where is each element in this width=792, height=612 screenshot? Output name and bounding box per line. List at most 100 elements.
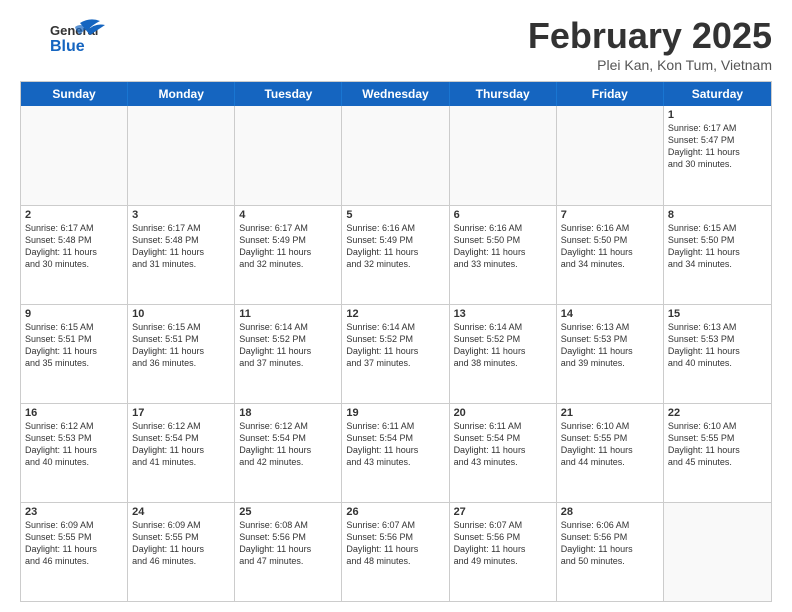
calendar-week-4: 16Sunrise: 6:12 AM Sunset: 5:53 PM Dayli… bbox=[21, 403, 771, 502]
day-cell-9: 9Sunrise: 6:15 AM Sunset: 5:51 PM Daylig… bbox=[21, 305, 128, 403]
header-cell-monday: Monday bbox=[128, 82, 235, 106]
day-info: Sunrise: 6:12 AM Sunset: 5:54 PM Dayligh… bbox=[239, 420, 337, 469]
day-number: 13 bbox=[454, 308, 552, 320]
location: Plei Kan, Kon Tum, Vietnam bbox=[528, 57, 772, 73]
day-cell-5: 5Sunrise: 6:16 AM Sunset: 5:49 PM Daylig… bbox=[342, 206, 449, 304]
day-info: Sunrise: 6:13 AM Sunset: 5:53 PM Dayligh… bbox=[668, 321, 767, 370]
day-cell-24: 24Sunrise: 6:09 AM Sunset: 5:55 PM Dayli… bbox=[128, 503, 235, 601]
header-cell-friday: Friday bbox=[557, 82, 664, 106]
day-number: 4 bbox=[239, 209, 337, 221]
day-number: 28 bbox=[561, 506, 659, 518]
day-info: Sunrise: 6:14 AM Sunset: 5:52 PM Dayligh… bbox=[239, 321, 337, 370]
calendar: SundayMondayTuesdayWednesdayThursdayFrid… bbox=[20, 81, 772, 602]
day-cell-21: 21Sunrise: 6:10 AM Sunset: 5:55 PM Dayli… bbox=[557, 404, 664, 502]
day-cell-22: 22Sunrise: 6:10 AM Sunset: 5:55 PM Dayli… bbox=[664, 404, 771, 502]
header-cell-tuesday: Tuesday bbox=[235, 82, 342, 106]
day-info: Sunrise: 6:07 AM Sunset: 5:56 PM Dayligh… bbox=[454, 519, 552, 568]
day-cell-2: 2Sunrise: 6:17 AM Sunset: 5:48 PM Daylig… bbox=[21, 206, 128, 304]
day-cell-25: 25Sunrise: 6:08 AM Sunset: 5:56 PM Dayli… bbox=[235, 503, 342, 601]
day-number: 12 bbox=[346, 308, 444, 320]
logo: General Blue bbox=[20, 15, 110, 70]
day-info: Sunrise: 6:11 AM Sunset: 5:54 PM Dayligh… bbox=[454, 420, 552, 469]
empty-cell bbox=[557, 106, 664, 205]
empty-cell bbox=[128, 106, 235, 205]
day-number: 23 bbox=[25, 506, 123, 518]
day-number: 22 bbox=[668, 407, 767, 419]
day-info: Sunrise: 6:17 AM Sunset: 5:48 PM Dayligh… bbox=[132, 222, 230, 271]
day-cell-26: 26Sunrise: 6:07 AM Sunset: 5:56 PM Dayli… bbox=[342, 503, 449, 601]
day-cell-15: 15Sunrise: 6:13 AM Sunset: 5:53 PM Dayli… bbox=[664, 305, 771, 403]
day-info: Sunrise: 6:15 AM Sunset: 5:51 PM Dayligh… bbox=[132, 321, 230, 370]
calendar-body: 1Sunrise: 6:17 AM Sunset: 5:47 PM Daylig… bbox=[21, 106, 771, 601]
day-info: Sunrise: 6:14 AM Sunset: 5:52 PM Dayligh… bbox=[454, 321, 552, 370]
day-info: Sunrise: 6:16 AM Sunset: 5:49 PM Dayligh… bbox=[346, 222, 444, 271]
logo-svg: General Blue bbox=[20, 15, 110, 65]
empty-cell bbox=[235, 106, 342, 205]
header-cell-wednesday: Wednesday bbox=[342, 82, 449, 106]
day-info: Sunrise: 6:06 AM Sunset: 5:56 PM Dayligh… bbox=[561, 519, 659, 568]
day-info: Sunrise: 6:10 AM Sunset: 5:55 PM Dayligh… bbox=[561, 420, 659, 469]
day-info: Sunrise: 6:17 AM Sunset: 5:48 PM Dayligh… bbox=[25, 222, 123, 271]
day-cell-8: 8Sunrise: 6:15 AM Sunset: 5:50 PM Daylig… bbox=[664, 206, 771, 304]
day-number: 10 bbox=[132, 308, 230, 320]
day-cell-16: 16Sunrise: 6:12 AM Sunset: 5:53 PM Dayli… bbox=[21, 404, 128, 502]
day-number: 15 bbox=[668, 308, 767, 320]
empty-cell bbox=[450, 106, 557, 205]
day-info: Sunrise: 6:17 AM Sunset: 5:47 PM Dayligh… bbox=[668, 122, 767, 171]
logo-box: General Blue bbox=[20, 15, 110, 70]
day-info: Sunrise: 6:12 AM Sunset: 5:54 PM Dayligh… bbox=[132, 420, 230, 469]
day-info: Sunrise: 6:15 AM Sunset: 5:51 PM Dayligh… bbox=[25, 321, 123, 370]
day-cell-12: 12Sunrise: 6:14 AM Sunset: 5:52 PM Dayli… bbox=[342, 305, 449, 403]
day-info: Sunrise: 6:14 AM Sunset: 5:52 PM Dayligh… bbox=[346, 321, 444, 370]
day-number: 17 bbox=[132, 407, 230, 419]
day-info: Sunrise: 6:13 AM Sunset: 5:53 PM Dayligh… bbox=[561, 321, 659, 370]
day-number: 18 bbox=[239, 407, 337, 419]
day-cell-11: 11Sunrise: 6:14 AM Sunset: 5:52 PM Dayli… bbox=[235, 305, 342, 403]
day-number: 19 bbox=[346, 407, 444, 419]
day-info: Sunrise: 6:08 AM Sunset: 5:56 PM Dayligh… bbox=[239, 519, 337, 568]
day-number: 21 bbox=[561, 407, 659, 419]
day-info: Sunrise: 6:09 AM Sunset: 5:55 PM Dayligh… bbox=[25, 519, 123, 568]
day-number: 26 bbox=[346, 506, 444, 518]
day-number: 25 bbox=[239, 506, 337, 518]
day-number: 11 bbox=[239, 308, 337, 320]
header-cell-saturday: Saturday bbox=[664, 82, 771, 106]
day-cell-7: 7Sunrise: 6:16 AM Sunset: 5:50 PM Daylig… bbox=[557, 206, 664, 304]
empty-cell bbox=[664, 503, 771, 601]
day-cell-14: 14Sunrise: 6:13 AM Sunset: 5:53 PM Dayli… bbox=[557, 305, 664, 403]
day-cell-13: 13Sunrise: 6:14 AM Sunset: 5:52 PM Dayli… bbox=[450, 305, 557, 403]
day-cell-1: 1Sunrise: 6:17 AM Sunset: 5:47 PM Daylig… bbox=[664, 106, 771, 205]
day-info: Sunrise: 6:16 AM Sunset: 5:50 PM Dayligh… bbox=[561, 222, 659, 271]
day-number: 7 bbox=[561, 209, 659, 221]
day-info: Sunrise: 6:15 AM Sunset: 5:50 PM Dayligh… bbox=[668, 222, 767, 271]
day-cell-4: 4Sunrise: 6:17 AM Sunset: 5:49 PM Daylig… bbox=[235, 206, 342, 304]
header-cell-sunday: Sunday bbox=[21, 82, 128, 106]
day-cell-3: 3Sunrise: 6:17 AM Sunset: 5:48 PM Daylig… bbox=[128, 206, 235, 304]
calendar-week-5: 23Sunrise: 6:09 AM Sunset: 5:55 PM Dayli… bbox=[21, 502, 771, 601]
svg-text:Blue: Blue bbox=[50, 38, 85, 55]
day-cell-20: 20Sunrise: 6:11 AM Sunset: 5:54 PM Dayli… bbox=[450, 404, 557, 502]
title-area: February 2025 Plei Kan, Kon Tum, Vietnam bbox=[528, 15, 772, 73]
day-info: Sunrise: 6:09 AM Sunset: 5:55 PM Dayligh… bbox=[132, 519, 230, 568]
day-info: Sunrise: 6:16 AM Sunset: 5:50 PM Dayligh… bbox=[454, 222, 552, 271]
day-number: 14 bbox=[561, 308, 659, 320]
month-title: February 2025 bbox=[528, 15, 772, 57]
day-cell-28: 28Sunrise: 6:06 AM Sunset: 5:56 PM Dayli… bbox=[557, 503, 664, 601]
day-number: 3 bbox=[132, 209, 230, 221]
day-number: 8 bbox=[668, 209, 767, 221]
calendar-week-3: 9Sunrise: 6:15 AM Sunset: 5:51 PM Daylig… bbox=[21, 304, 771, 403]
day-number: 9 bbox=[25, 308, 123, 320]
day-number: 1 bbox=[668, 109, 767, 121]
day-number: 6 bbox=[454, 209, 552, 221]
day-info: Sunrise: 6:17 AM Sunset: 5:49 PM Dayligh… bbox=[239, 222, 337, 271]
day-cell-27: 27Sunrise: 6:07 AM Sunset: 5:56 PM Dayli… bbox=[450, 503, 557, 601]
day-cell-18: 18Sunrise: 6:12 AM Sunset: 5:54 PM Dayli… bbox=[235, 404, 342, 502]
calendar-week-1: 1Sunrise: 6:17 AM Sunset: 5:47 PM Daylig… bbox=[21, 106, 771, 205]
header-cell-thursday: Thursday bbox=[450, 82, 557, 106]
day-info: Sunrise: 6:12 AM Sunset: 5:53 PM Dayligh… bbox=[25, 420, 123, 469]
day-number: 20 bbox=[454, 407, 552, 419]
day-info: Sunrise: 6:11 AM Sunset: 5:54 PM Dayligh… bbox=[346, 420, 444, 469]
day-number: 5 bbox=[346, 209, 444, 221]
day-number: 2 bbox=[25, 209, 123, 221]
day-info: Sunrise: 6:10 AM Sunset: 5:55 PM Dayligh… bbox=[668, 420, 767, 469]
